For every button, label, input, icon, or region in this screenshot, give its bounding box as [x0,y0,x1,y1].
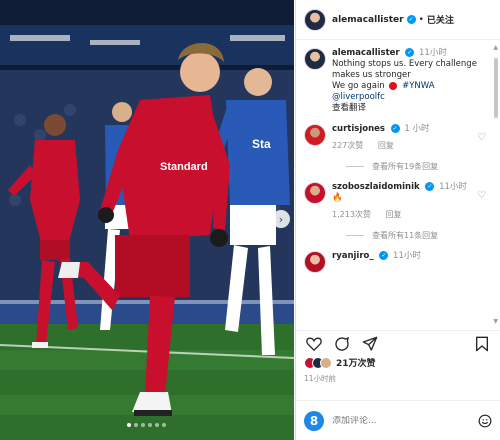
verified-icon: ✓ [390,124,400,133]
carousel-dots [127,423,166,427]
carousel-dot [148,423,152,427]
add-comment-bar: 8 [296,400,500,440]
view-replies-link[interactable]: 查看所有19条回复 [346,161,486,172]
post-likes[interactable]: 21万次赞 [304,356,376,369]
comment-input[interactable] [332,415,478,426]
post-action-bar [296,330,500,356]
svg-text:Sta: Sta [252,137,271,151]
caption-line-1: Nothing stops us. Every challenge [332,59,477,69]
post-header: alemacallister ✓ • 已关注 [296,0,500,40]
carousel-dot [162,423,166,427]
comment-text: 🔥 [332,193,343,203]
comment-avatar[interactable] [304,124,326,146]
comments-list: alemacallister ✓ 11小时 Nothing stops us. … [296,40,500,328]
comment-username[interactable]: curtisjones [332,124,385,134]
following-button[interactable]: 已关注 [427,13,454,26]
share-send-icon[interactable] [360,334,380,354]
hashtag-link[interactable]: #YNWA [402,81,434,91]
caption-line-2: makes us stronger [332,70,411,80]
caption-avatar[interactable] [304,48,326,70]
emoji-picker-icon[interactable]: 8 [304,410,324,431]
comment-time: 11小时 [393,251,421,261]
verified-icon: ✓ [379,251,389,260]
carousel-dot [141,423,145,427]
comment-avatar[interactable] [304,182,326,204]
comment-username[interactable]: szoboszlaidominik [332,182,420,192]
comment-like-count[interactable]: 1,213次赞 [332,210,371,219]
comment-like-count[interactable]: 227次赞 [332,141,363,150]
save-bookmark-icon[interactable] [472,334,492,354]
likes-count[interactable]: 21万次赞 [336,356,376,369]
smiley-emoji-icon[interactable] [478,414,492,428]
comment-time: 11小时 [439,182,467,192]
author-avatar[interactable] [304,8,326,31]
post-photo[interactable]: Sta Standard › [0,0,294,440]
post-timestamp: 11小时前 [304,374,337,383]
comment-reply-button[interactable]: 回复 [378,141,394,150]
comment-item: curtisjones ✓ 1 小时 227次赞 回复 ♡ [304,124,486,151]
comment-time: 1 小时 [404,124,430,134]
carousel-dot [155,423,159,427]
verified-icon: ✓ [406,15,416,24]
comment-item: szoboszlaidominik ✓ 11小时 🔥 1,213次赞 回复 ♡ [304,182,486,220]
separator-dot: • [418,14,424,25]
verified-icon: ✓ [405,48,415,57]
carousel-dot [127,423,131,427]
red-circle-emoji-icon [389,81,398,90]
author-username[interactable]: alemacallister [332,15,404,25]
comment-like-heart-icon[interactable]: ♡ [477,132,486,143]
comment-like-heart-icon[interactable]: ♡ [477,190,486,201]
carousel-next-button[interactable]: › [272,210,290,228]
comment-username[interactable]: ryanjiro_ [332,251,374,261]
mention-link[interactable]: @liverpoolfc [332,92,486,103]
comment-reply-button[interactable]: 回复 [385,210,401,219]
comment-item: ryanjiro_ ✓ 11小时 [304,251,486,273]
comment-bubble-icon[interactable] [332,334,352,354]
like-heart-icon[interactable] [304,334,324,354]
caption-line-3: We go again [332,81,385,91]
post-side-panel: alemacallister ✓ • 已关注 ▲ ▼ alemacalliste… [295,0,500,440]
carousel-dot [134,423,138,427]
verified-icon: ✓ [425,182,435,191]
svg-text:Standard: Standard [160,161,208,173]
caption: alemacallister ✓ 11小时 Nothing stops us. … [304,48,486,114]
liker-avatar [320,356,332,369]
match-celebration-image: Sta Standard [0,0,294,440]
caption-username[interactable]: alemacallister [332,48,400,58]
view-replies-link[interactable]: 查看所有11条回复 [346,230,486,241]
caption-time: 11小时 [419,48,447,58]
comment-avatar[interactable] [304,251,326,273]
see-translation-link[interactable]: 查看翻译 [332,103,486,114]
